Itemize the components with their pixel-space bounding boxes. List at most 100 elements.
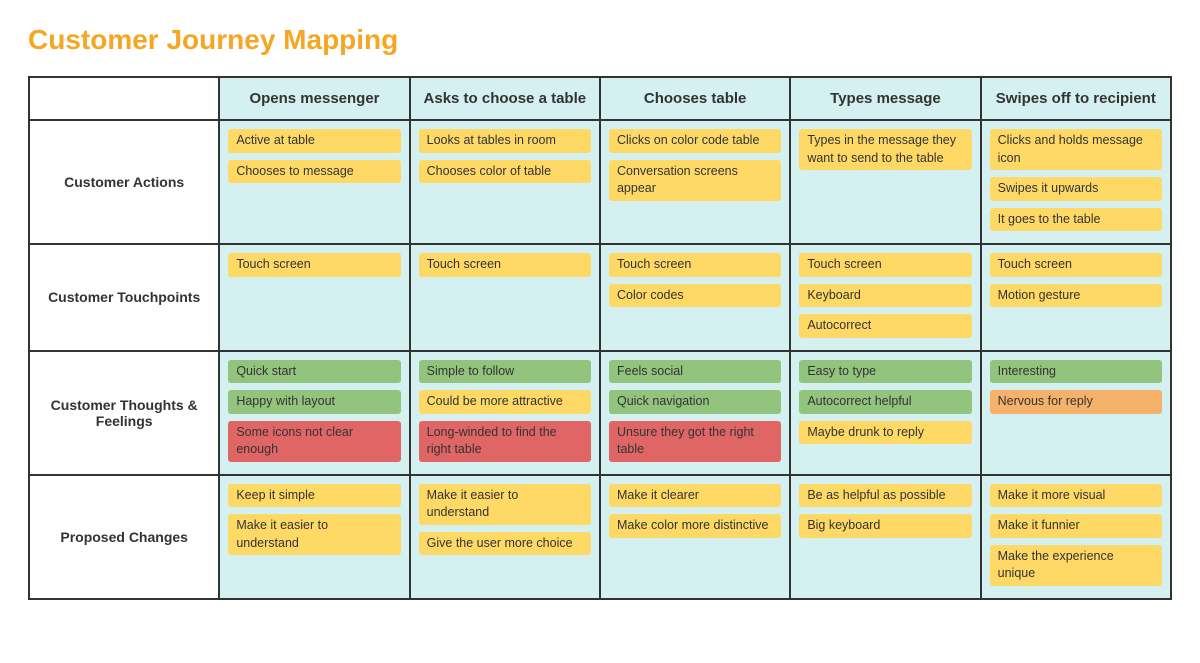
- tag: Touch screen: [799, 253, 971, 277]
- tag: Make color more distinctive: [609, 514, 781, 538]
- tag: Interesting: [990, 360, 1162, 384]
- table-row: Customer Actions Active at table Chooses t…: [29, 120, 1171, 244]
- col-header-col3: Chooses table: [600, 77, 790, 120]
- tags-container: Feels social Quick navigation Unsure they …: [609, 360, 781, 466]
- row-label-0: Customer Actions: [29, 120, 219, 244]
- cell-r2-c0: Quick start Happy with layout Some icons n…: [219, 351, 409, 475]
- cell-r1-c3: Touch screen Keyboard Autocorrect: [790, 244, 980, 351]
- tag: Long-winded to find the right table: [419, 421, 591, 462]
- tag: Make it clearer: [609, 484, 781, 508]
- tags-container: Interesting Nervous for reply: [990, 360, 1162, 418]
- tag: Easy to type: [799, 360, 971, 384]
- tags-container: Types in the message they want to send t…: [799, 129, 971, 174]
- cell-r2-c1: Simple to follow Could be more attractive…: [410, 351, 600, 475]
- row-label-1: Customer Touchpoints: [29, 244, 219, 351]
- table-row: Customer TouchpointsTouch screenTouch sc…: [29, 244, 1171, 351]
- tag: Be as helpful as possible: [799, 484, 971, 508]
- tags-container: Active at table Chooses to message: [228, 129, 400, 187]
- tag: Conversation screens appear: [609, 160, 781, 201]
- cell-r0-c3: Types in the message they want to send t…: [790, 120, 980, 244]
- table-row: Customer Thoughts & Feelings Quick start H…: [29, 351, 1171, 475]
- cell-r1-c1: Touch screen: [410, 244, 600, 351]
- col-header-col2: Asks to choose a table: [410, 77, 600, 120]
- table-row: Proposed Changes Keep it simple Make it ea…: [29, 475, 1171, 599]
- tags-container: Touch screen: [228, 253, 400, 281]
- tag: Chooses color of table: [419, 160, 591, 184]
- cell-r1-c4: Touch screen Motion gesture: [981, 244, 1171, 351]
- tag: Happy with layout: [228, 390, 400, 414]
- tag: Make it easier to understand: [419, 484, 591, 525]
- tags-container: Easy to type Autocorrect helpful Maybe dru…: [799, 360, 971, 449]
- tag: Keep it simple: [228, 484, 400, 508]
- cell-r3-c2: Make it clearer Make color more distincti…: [600, 475, 790, 599]
- col-header-col4: Types message: [790, 77, 980, 120]
- tag: Types in the message they want to send t…: [799, 129, 971, 170]
- cell-r3-c0: Keep it simple Make it easier to understa…: [219, 475, 409, 599]
- tags-container: Touch screen Motion gesture: [990, 253, 1162, 311]
- page-title: Customer Journey Mapping: [28, 24, 1172, 56]
- tag: Looks at tables in room: [419, 129, 591, 153]
- tags-container: Keep it simple Make it easier to understa…: [228, 484, 400, 560]
- tag: Could be more attractive: [419, 390, 591, 414]
- cell-r3-c3: Be as helpful as possible Big keyboard: [790, 475, 980, 599]
- tag: Make the experience unique: [990, 545, 1162, 586]
- cell-r0-c1: Looks at tables in room Chooses color of …: [410, 120, 600, 244]
- tag: Touch screen: [228, 253, 400, 277]
- tags-container: Touch screen Color codes: [609, 253, 781, 311]
- tags-container: Make it clearer Make color more distincti…: [609, 484, 781, 542]
- tag: Autocorrect: [799, 314, 971, 338]
- row-label-3: Proposed Changes: [29, 475, 219, 599]
- tag: Active at table: [228, 129, 400, 153]
- tags-container: Looks at tables in room Chooses color of …: [419, 129, 591, 187]
- empty-header: [29, 77, 219, 120]
- journey-table: Opens messengerAsks to choose a tableCho…: [28, 76, 1172, 600]
- row-label-2: Customer Thoughts & Feelings: [29, 351, 219, 475]
- tag: Touch screen: [990, 253, 1162, 277]
- tags-container: Be as helpful as possible Big keyboard: [799, 484, 971, 542]
- tags-container: Make it more visual Make it funnier Make t…: [990, 484, 1162, 590]
- tag: Big keyboard: [799, 514, 971, 538]
- tag: Maybe drunk to reply: [799, 421, 971, 445]
- tag: Some icons not clear enough: [228, 421, 400, 462]
- tag: Chooses to message: [228, 160, 400, 184]
- tag: Clicks and holds message icon: [990, 129, 1162, 170]
- tag: Nervous for reply: [990, 390, 1162, 414]
- tags-container: Touch screen: [419, 253, 591, 281]
- tag: Make it easier to understand: [228, 514, 400, 555]
- tag: Make it funnier: [990, 514, 1162, 538]
- tag: Give the user more choice: [419, 532, 591, 556]
- cell-r3-c4: Make it more visual Make it funnier Make t…: [981, 475, 1171, 599]
- tag: Keyboard: [799, 284, 971, 308]
- cell-r1-c2: Touch screen Color codes: [600, 244, 790, 351]
- cell-r1-c0: Touch screen: [219, 244, 409, 351]
- tag: Touch screen: [609, 253, 781, 277]
- tags-container: Clicks and holds message icon Swipes it u…: [990, 129, 1162, 235]
- cell-r0-c4: Clicks and holds message icon Swipes it u…: [981, 120, 1171, 244]
- tag: Unsure they got the right table: [609, 421, 781, 462]
- tags-container: Make it easier to understand Give the use…: [419, 484, 591, 560]
- tag: Touch screen: [419, 253, 591, 277]
- tag: Swipes it upwards: [990, 177, 1162, 201]
- cell-r0-c2: Clicks on color code table Conversation s…: [600, 120, 790, 244]
- tags-container: Quick start Happy with layout Some icons n…: [228, 360, 400, 466]
- tag: It goes to the table: [990, 208, 1162, 232]
- col-header-col5: Swipes off to recipient: [981, 77, 1171, 120]
- cell-r0-c0: Active at table Chooses to message: [219, 120, 409, 244]
- tag: Color codes: [609, 284, 781, 308]
- tag: Autocorrect helpful: [799, 390, 971, 414]
- cell-r2-c3: Easy to type Autocorrect helpful Maybe dru…: [790, 351, 980, 475]
- tag: Motion gesture: [990, 284, 1162, 308]
- cell-r2-c2: Feels social Quick navigation Unsure they …: [600, 351, 790, 475]
- col-header-col1: Opens messenger: [219, 77, 409, 120]
- tag: Quick start: [228, 360, 400, 384]
- tags-container: Clicks on color code table Conversation s…: [609, 129, 781, 205]
- tag: Quick navigation: [609, 390, 781, 414]
- tag: Clicks on color code table: [609, 129, 781, 153]
- tags-container: Touch screen Keyboard Autocorrect: [799, 253, 971, 342]
- cell-r2-c4: Interesting Nervous for reply: [981, 351, 1171, 475]
- tag: Simple to follow: [419, 360, 591, 384]
- tag: Make it more visual: [990, 484, 1162, 508]
- tag: Feels social: [609, 360, 781, 384]
- tags-container: Simple to follow Could be more attractive…: [419, 360, 591, 466]
- cell-r3-c1: Make it easier to understand Give the use…: [410, 475, 600, 599]
